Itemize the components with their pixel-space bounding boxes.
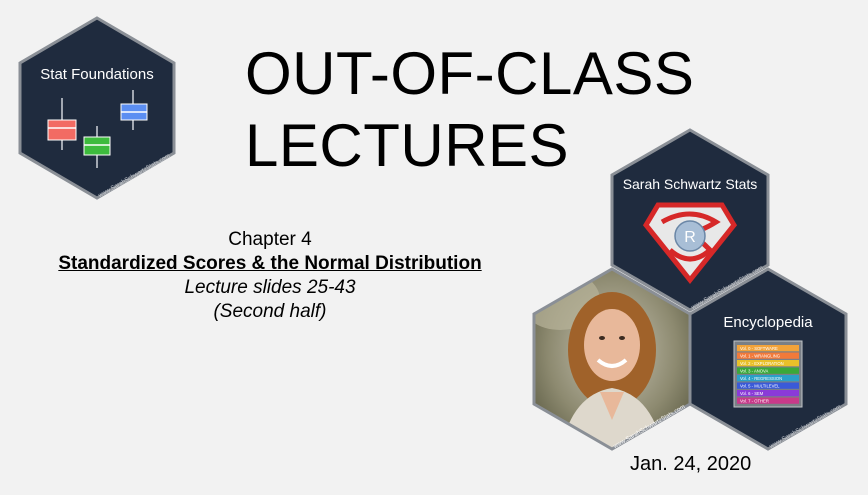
volume-label: Vol. 6 - SEM (740, 391, 764, 396)
volume-label: Vol. 4 - REGRESSION (740, 376, 782, 381)
chapter-subtitle: Standardized Scores & the Normal Distrib… (58, 253, 482, 274)
r-letter: R (684, 229, 696, 246)
encyclopedia-label: Encyclopedia (723, 314, 813, 331)
title-line-2: LECTURES (245, 112, 570, 179)
volume-label: Vol. 0 - SOFTWARE (740, 346, 778, 351)
volume-label: Vol. 7 - OTHER (740, 398, 769, 403)
lecture-part: (Second half) (213, 301, 327, 322)
volume-label: Vol. 3 - ANOVA (740, 368, 769, 373)
volume-label: Vol. 2 - EXPLORATION (740, 361, 784, 366)
slide-title: OUT-OF-CLASS LECTURES (245, 38, 694, 182)
title-line-1: OUT-OF-CLASS (245, 40, 695, 107)
lecture-date: Jan. 24, 2020 (630, 453, 752, 475)
chapter-info: Chapter 4 Standardized Scores & the Norm… (40, 228, 500, 324)
volume-label: Vol. 5 - MULTILEVEL (740, 383, 780, 388)
chapter-label: Chapter 4 (228, 229, 312, 250)
volume-label: Vol. 1 - WRANGLING (740, 353, 780, 358)
hex-shape (18, 16, 176, 200)
slide-range: Lecture slides 25-43 (184, 277, 356, 298)
stat-foundations-label: Stat Foundations (40, 66, 153, 83)
stat-foundations-sticker: Stat Foundations www.SarahSchwartzStats.… (18, 16, 176, 200)
